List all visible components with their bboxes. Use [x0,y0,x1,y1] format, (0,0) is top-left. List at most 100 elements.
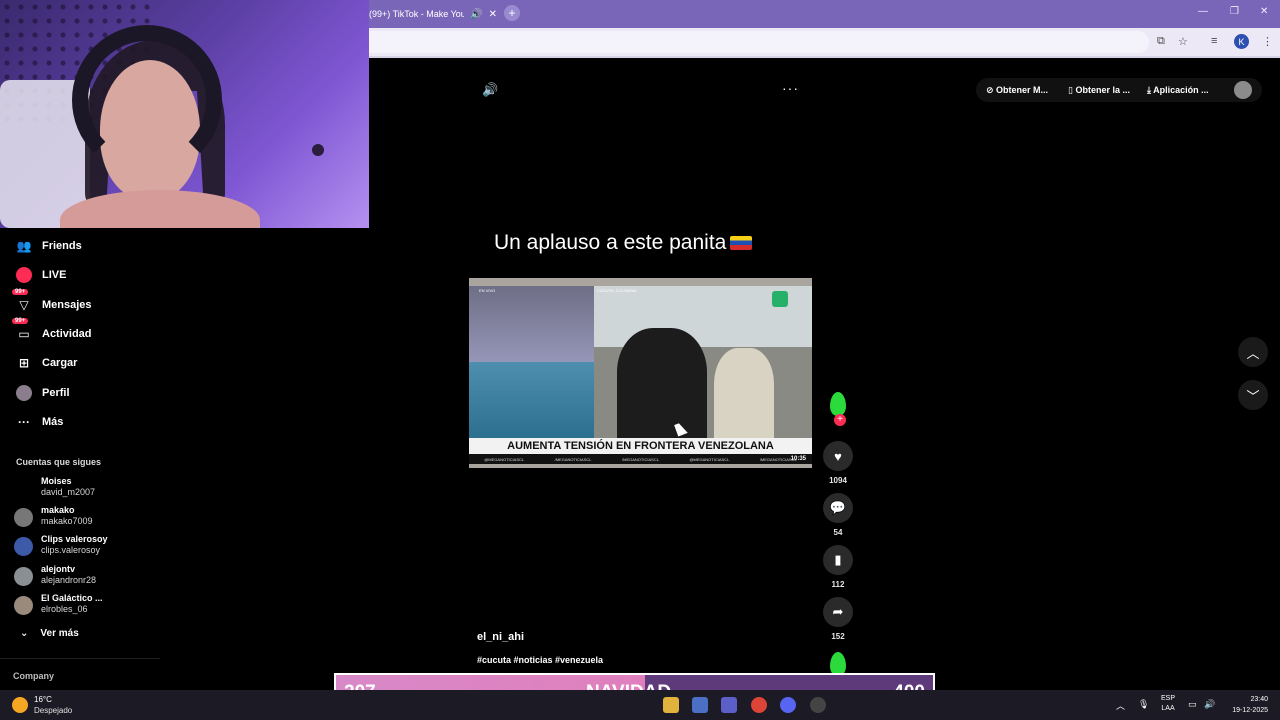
heart-icon: ♥ [834,448,842,464]
browser-profile-avatar[interactable]: K [1234,34,1249,49]
share-button[interactable]: ➦ [823,597,853,627]
following-item[interactable]: Clips valerosoy clips.valerosoy [14,534,108,556]
following-username: david_m2007 [41,487,96,497]
previous-video-button[interactable]: ︿ [1238,337,1268,367]
following-username: elrobles_06 [41,604,88,614]
sidebar-item-label: Actividad [42,328,92,340]
sidebar-item-label: Perfil [42,387,70,399]
obs-icon[interactable] [810,697,826,713]
video-player[interactable]: EN VIVO CÚCUTA, COLOMBIA AUMENTA TENSIÓN… [469,278,812,468]
chevron-down-icon: ⌄ [20,628,29,639]
following-item[interactable]: makako makako7009 [14,505,93,527]
sidebar-item-label: Mensajes [42,299,92,311]
weather-icon[interactable] [12,697,28,713]
messages-badge: 99+ [12,289,29,295]
ticker-item: /MEGANOTICIASCL [622,456,659,462]
upload-icon: ⊞ [18,356,30,370]
taskbar-clock[interactable]: 23:40 19-12-2025 [1226,694,1268,716]
follow-plus-icon[interactable]: + [834,414,846,426]
speaker-icon[interactable]: 🔊 [470,9,482,20]
store-icon[interactable] [692,697,708,713]
more-options-icon[interactable]: ··· [782,80,799,96]
sidebar-item-label: Cargar [42,357,78,369]
see-more-button[interactable]: ⌄ Ver más [20,628,79,639]
save-button[interactable]: ▮ [823,545,853,575]
sidebar-divider [0,658,160,659]
like-button[interactable]: ♥ [823,441,853,471]
tray-overflow-icon[interactable]: ︿ [1116,699,1125,712]
see-more-label: Ver más [40,628,79,639]
bookmark-star-icon[interactable]: ☆ [1178,35,1188,48]
video-timestamp: 10:35 [790,456,806,462]
following-name: Clips valerosoy [41,534,108,544]
video-reporter [617,328,707,438]
creator-avatar-image [830,392,846,416]
save-count: 112 [831,580,845,589]
comment-icon: 💬 [829,500,847,515]
chrome-icon[interactable] [751,697,767,713]
restore-icon[interactable]: ❐ [1230,6,1239,17]
following-item[interactable]: El Galáctico ... elrobles_06 [14,593,103,615]
video-author[interactable]: el_ni_ahi [477,631,524,643]
creator-avatar[interactable]: + [828,392,848,426]
desktop-app-link[interactable]: ⤓ Aplicación ... [1147,85,1209,96]
chevron-up-icon: ︿ [1246,345,1260,361]
next-video-button[interactable]: ﹀ [1238,380,1268,410]
install-app-icon[interactable]: ⧉ [1157,35,1165,48]
sidebar-item-profile[interactable]: Perfil [16,383,70,403]
microphone-icon[interactable]: 🎙 [1138,699,1149,710]
friends-icon: 👥 [16,239,32,253]
sidebar-item-label: Friends [42,240,82,252]
sidebar-item-label: LIVE [42,269,67,281]
following-section-title: Cuentas que sigues [16,457,102,467]
clock-date: 19-12-2025 [1232,707,1268,714]
user-avatar[interactable] [1234,81,1252,99]
tab-title: (99+) TikTok - Make Your Day [369,9,465,19]
share-count: 152 [831,632,845,641]
keyboard-layout: LAA [1161,705,1175,712]
language-indicator[interactable]: ESP LAA [1161,694,1175,714]
following-avatar [14,567,33,586]
desktop-app-label: Aplicación ... [1153,85,1209,95]
volume-icon[interactable]: 🔊 [482,82,498,98]
speaker-tray-icon[interactable]: 🔊 [1204,699,1215,710]
toolbar-divider [369,56,1280,58]
following-item[interactable]: alejontv alejandronr28 [14,564,96,586]
live-icon [16,267,32,283]
sidebar-item-more[interactable]: ··· Más [16,412,63,432]
teams-icon[interactable] [721,697,737,713]
company-link[interactable]: Company [13,671,54,681]
video-hashtags[interactable]: #cucuta #noticias #venezuela [477,655,603,665]
file-explorer-icon[interactable] [663,697,679,713]
sidebar-item-activity[interactable]: ▭ 99+ Actividad [12,318,92,344]
video-helicopter-panel [469,362,594,438]
cam-headphones [72,25,222,175]
sidebar-item-upload[interactable]: ⊞ Cargar [16,353,78,373]
following-item[interactable]: Moises david_m2007 [14,476,95,498]
sidebar-item-friends[interactable]: 👥 Friends [16,236,82,256]
close-tab-icon[interactable]: ✕ [489,9,497,20]
get-coins-link[interactable]: ⊘ Obtener M... [986,85,1048,96]
sidebar-item-live[interactable]: LIVE [16,265,66,285]
get-app-link[interactable]: ▯ Obtener la ... [1068,85,1130,96]
minimize-icon[interactable]: — [1198,6,1208,17]
webcam-overlay [0,0,369,228]
comment-count: 54 [833,528,843,537]
comment-button[interactable]: 💬 [823,493,853,523]
video-studio-panel [469,286,594,370]
following-avatar [14,508,33,527]
discord-icon[interactable] [780,697,796,713]
browser-menu-icon[interactable]: ⋮ [1262,35,1273,48]
tiktok-sidebar: 👥 Friends LIVE ▽ 99+ Mensajes ▭ 99+ Activi… [0,228,160,690]
following-avatar [14,537,33,556]
close-window-icon[interactable]: ✕ [1260,6,1268,17]
network-icon[interactable]: ▭ [1188,699,1197,710]
media-control-icon[interactable]: ≡ [1211,35,1217,47]
following-name: makako [41,505,75,515]
sidebar-item-messages[interactable]: ▽ 99+ Mensajes [12,289,92,315]
ticker-item: /MEGANOTICIASCL [554,456,592,462]
address-input[interactable] [369,31,1149,53]
video-ticker: @MEGANOTICIASCL /MEGANOTICIASCL /MEGANOT… [469,454,812,464]
browser-tab[interactable]: (99+) TikTok - Make Your Day 🔊 ✕ [369,4,497,24]
new-tab-button[interactable]: + [504,5,520,21]
